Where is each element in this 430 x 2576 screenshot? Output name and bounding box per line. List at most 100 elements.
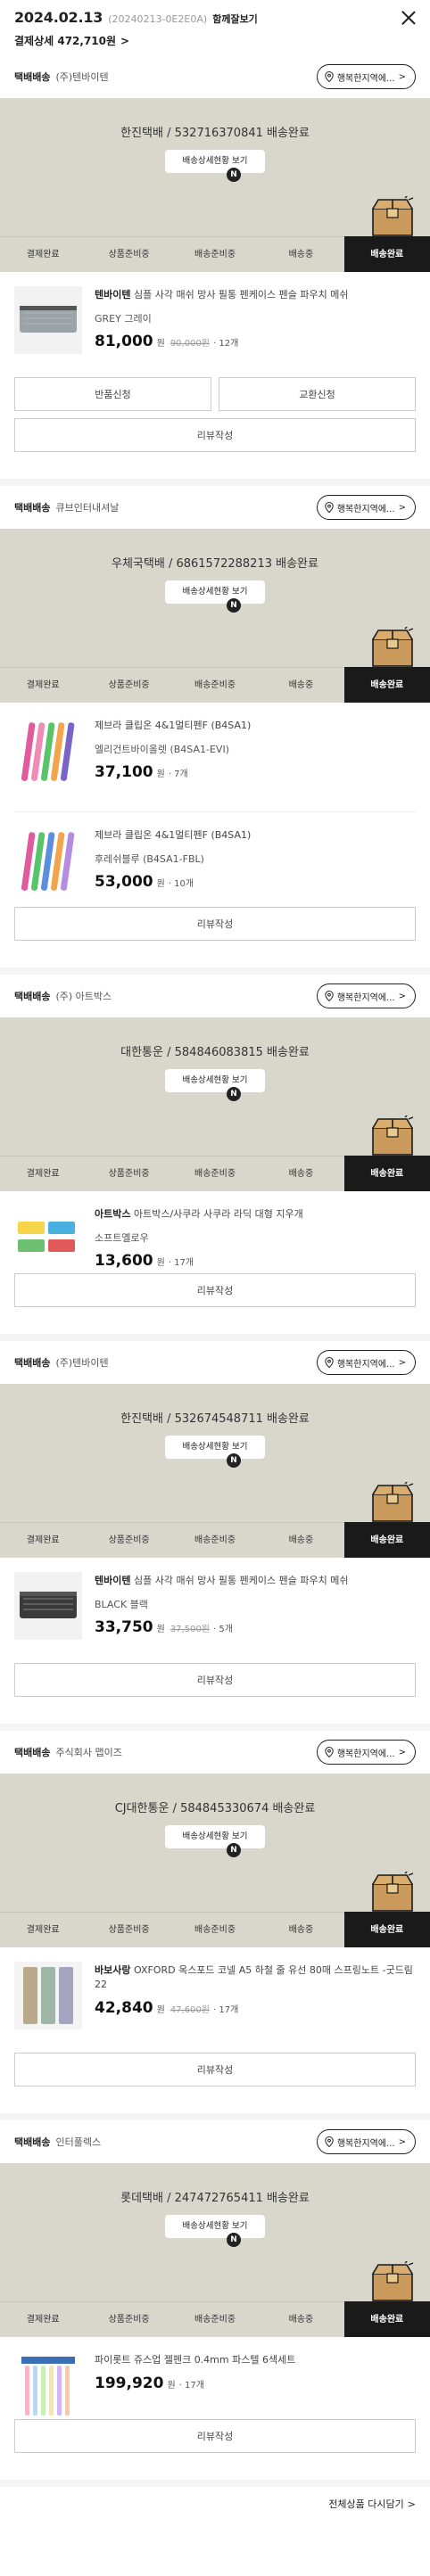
item-actions: 리뷰작성 [0, 907, 430, 967]
product-name[interactable]: 아트박스 아트박스/사쿠라 사쿠라 라딕 대형 지우개 [95, 1207, 416, 1222]
step-2: 상품준비중 [86, 236, 172, 272]
product-name[interactable]: 텐바이텐 심플 사각 매쉬 망사 필통 펜케이스 펜슬 파우치 메쉬 [95, 1574, 416, 1588]
delivery-steps: 결제완료 상품준비중 배송준비중 배송중 배송완료 [0, 1522, 430, 1558]
delivery-steps: 결제완료 상품준비중 배송준비중 배송중 배송완료 [0, 1912, 430, 1947]
step-4: 배송중 [258, 236, 344, 272]
step-5: 배송완료 [343, 236, 430, 272]
write-review-button[interactable]: 리뷰작성 [14, 2419, 416, 2453]
exchange-button[interactable]: 교환신청 [219, 377, 416, 411]
write-review-button[interactable]: 리뷰작성 [14, 1663, 416, 1697]
order-header: 2024.02.13 (20240213-0E2E0A) 함께잘보기 결제상세 … [0, 0, 430, 55]
delivery-detail-button[interactable]: 배송상세현황 보기 [165, 580, 265, 604]
tracker-button[interactable]: 행복한지역에... > [316, 64, 416, 89]
section-separator [0, 2480, 430, 2487]
step-3: 배송준비중 [171, 236, 259, 272]
tracker-button[interactable]: 행복한지역에... > [316, 1740, 416, 1765]
product-title: OXFORD 옥스포드 코넬 A5 하철 줄 유선 80매 스프링노트 -굿드림… [95, 1964, 413, 1990]
product-name[interactable]: 파이롯트 쥬스업 젤펜크 0.4mm 파스텔 6색세트 [95, 2353, 416, 2367]
new-badge: N [227, 168, 241, 182]
tracking-status-text: 한진택배 / 532716370841 배송완료 [120, 127, 310, 140]
product-thumbnail[interactable] [14, 1572, 82, 1640]
product-quantity: · 17개 [178, 2381, 204, 2391]
write-review-button[interactable]: 리뷰작성 [14, 418, 416, 452]
chevron-right-icon: > [398, 1357, 406, 1368]
product-name[interactable]: 텐바이텐 심플 사각 매쉬 망사 필통 펜케이스 펜슬 파우치 메쉬 [95, 288, 416, 302]
delivery-detail-button[interactable]: 배송상세현황 보기 [165, 150, 265, 173]
product-quantity: · 5개 [213, 1625, 233, 1634]
product-title: 심플 사각 매쉬 망사 필통 펜케이스 펜슬 파우치 메쉬 [133, 289, 349, 300]
product-option: 소프트옐로우 [95, 1232, 149, 1244]
order-item[interactable]: 바보사랑 OXFORD 옥스포드 코넬 A5 하철 줄 유선 80매 스프링노트… [0, 1947, 430, 2053]
delivery-status-banner: 우체국택배 / 6861572288213 배송완료 배송상세현황 보기 N 결… [0, 529, 430, 703]
product-thumbnail[interactable] [14, 1206, 82, 1273]
currency-unit: 원 [156, 770, 165, 779]
product-thumbnail[interactable] [14, 717, 82, 785]
item-actions: 반품신청 교환신청리뷰작성 [0, 377, 430, 479]
currency-unit: 원 [156, 879, 165, 889]
seller-name: (주) 아트박스 [55, 991, 112, 1002]
location-pin-icon [325, 1747, 334, 1757]
tracker-button[interactable]: 행복한지역에... > [316, 983, 416, 1008]
product-thumbnail[interactable] [14, 286, 82, 354]
shipping-method: 택배배송 [14, 2136, 51, 2148]
order-item[interactable]: 텐바이텐 심플 사각 매쉬 망사 필통 펜케이스 펜슬 파우치 메쉬 BLACK… [0, 1558, 430, 1663]
shipment-card: 택배배송 (주)텐바이텐 행복한지역에... > 한진택배 / 53267454… [0, 1341, 430, 1731]
close-icon[interactable] [401, 11, 416, 25]
currency-unit: 원 [167, 2381, 176, 2391]
combined-view-link[interactable]: 함께잘보기 [212, 12, 258, 26]
step-4: 배송중 [258, 1912, 344, 1947]
delivery-detail-button[interactable]: 배송상세현황 보기 [165, 1436, 265, 1459]
item-actions: 리뷰작성 [0, 2419, 430, 2480]
order-item[interactable]: 제브라 클립온 4&1멀티펜F (B4SA1) 후레쉬블루 (B4SA1-FBL… [0, 812, 430, 907]
product-name[interactable]: 바보사랑 OXFORD 옥스포드 코넬 A5 하철 줄 유선 80매 스프링노트… [95, 1963, 416, 1992]
return-button[interactable]: 반품신청 [14, 377, 211, 411]
product-thumbnail[interactable] [14, 2351, 82, 2419]
product-title: 제브라 클립온 4&1멀티펜F (B4SA1) [95, 720, 252, 731]
shipping-method: 택배배송 [14, 1747, 51, 1758]
delivery-detail-button[interactable]: 배송상세현황 보기 [165, 2215, 265, 2238]
write-review-button[interactable]: 리뷰작성 [14, 907, 416, 941]
product-price: 199,920 [95, 2374, 164, 2392]
tracking-status-text: CJ대한통운 / 584845330674 배송완료 [114, 1802, 316, 1815]
step-1: 결제완료 [0, 2301, 87, 2337]
step-1: 결제완료 [0, 236, 87, 272]
tracker-button[interactable]: 행복한지역에... > [316, 2129, 416, 2154]
tracker-button[interactable]: 행복한지역에... > [316, 495, 416, 520]
write-review-button[interactable]: 리뷰작성 [14, 1273, 416, 1307]
delivery-detail-button[interactable]: 배송상세현황 보기 [165, 1825, 265, 1848]
order-item[interactable]: 제브라 클립온 4&1멀티펜F (B4SA1) 엘리건트바이올렛 (B4SA1-… [0, 703, 430, 797]
tracker-label: 행복한지역에... [336, 992, 395, 1003]
product-quantity: · 17개 [168, 1258, 194, 1268]
item-list: 파이롯트 쥬스업 젤펜크 0.4mm 파스텔 6색세트 199,920 원 · … [0, 2337, 430, 2419]
write-review-button[interactable]: 리뷰작성 [14, 2053, 416, 2086]
shipment-header: 택배배송 주식회사 맵이즈 행복한지역에... > [0, 1731, 430, 1774]
tracking-status-text: 롯데택배 / 247472765411 배송완료 [120, 2192, 310, 2205]
item-list: 아트박스 아트박스/사쿠라 사쿠라 라딕 대형 지우개 소프트옐로우 13,60… [0, 1191, 430, 1273]
delivery-steps: 결제완료 상품준비중 배송준비중 배송중 배송완료 [0, 236, 430, 272]
order-date: 2024.02.13 [14, 9, 103, 26]
currency-unit: 원 [156, 1258, 165, 1268]
order-item[interactable]: 텐바이텐 심플 사각 매쉬 망사 필통 펜케이스 펜슬 파우치 메쉬 GREY … [0, 272, 430, 377]
step-3: 배송준비중 [171, 1912, 259, 1947]
reorder-all-label: 전체상품 다시담기 [328, 2498, 404, 2510]
shipment-header: 택배배송 인터풀렉스 행복한지역에... > [0, 2120, 430, 2163]
step-1: 결제완료 [0, 1156, 87, 1191]
product-thumbnail[interactable] [14, 827, 82, 894]
step-2: 상품준비중 [86, 1522, 172, 1558]
brand-name: 텐바이텐 [95, 1575, 131, 1586]
step-3: 배송준비중 [171, 667, 259, 703]
tracker-button[interactable]: 행복한지역에... > [316, 1350, 416, 1375]
location-pin-icon [325, 991, 334, 1001]
brand-name: 아트박스 [95, 1208, 131, 1220]
reorder-all-link[interactable]: 전체상품 다시담기 > [0, 2487, 430, 2521]
product-name[interactable]: 제브라 클립온 4&1멀티펜F (B4SA1) [95, 719, 416, 733]
product-thumbnail[interactable] [14, 1962, 82, 2029]
delivery-status-banner: 한진택배 / 532716370841 배송완료 배송상세현황 보기 N 결제완… [0, 98, 430, 272]
payment-detail-link[interactable]: 결제상세 472,710원 > [14, 33, 416, 48]
order-item[interactable]: 아트박스 아트박스/사쿠라 사쿠라 라딕 대형 지우개 소프트옐로우 13,60… [0, 1191, 430, 1273]
section-separator [0, 1724, 430, 1731]
order-item[interactable]: 파이롯트 쥬스업 젤펜크 0.4mm 파스텔 6색세트 199,920 원 · … [0, 2337, 430, 2419]
delivery-detail-button[interactable]: 배송상세현황 보기 [165, 1069, 265, 1092]
location-pin-icon [325, 502, 334, 513]
product-name[interactable]: 제브라 클립온 4&1멀티펜F (B4SA1) [95, 828, 416, 843]
